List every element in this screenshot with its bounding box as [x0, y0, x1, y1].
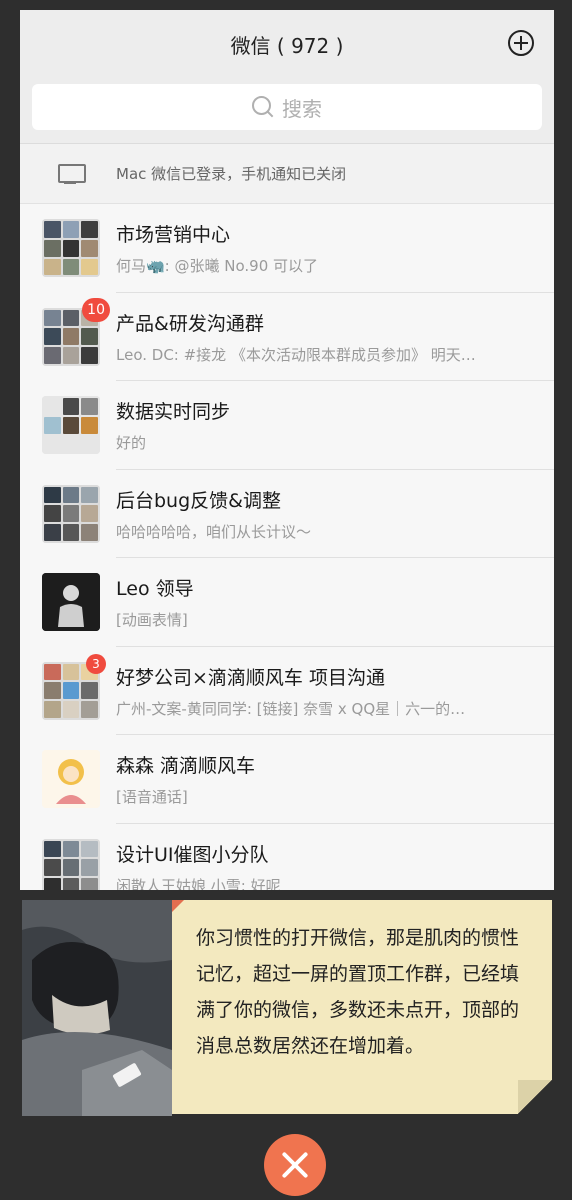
chat-row[interactable]: 森森 滴滴顺风车 [语音通话] — [20, 735, 554, 824]
chat-name: 好梦公司×滴滴顺风车 项目沟通 — [116, 666, 385, 689]
chat-last-message: 哈哈哈哈哈，咱们从长计议～ — [116, 522, 312, 541]
login-notice-text: Mac 微信已登录，手机通知已关闭 — [116, 165, 347, 183]
chat-last-message: Leo. DC: #接龙 《本次活动限本群成员参加》 明天… — [116, 345, 476, 364]
contact-avatar — [42, 750, 100, 809]
chat-name: 产品&研发沟通群 — [116, 312, 264, 335]
group-avatar — [42, 396, 100, 455]
unread-badge: 3 — [86, 653, 106, 674]
caption-text: 你习惯性的打开微信，那是肌肉的惯性记忆，超过一屏的置顶工作群，已经填满了你的微信… — [196, 927, 520, 1057]
group-avatar — [42, 219, 100, 278]
search-input[interactable]: 搜索 — [32, 84, 542, 130]
cartoon-avatar-icon — [42, 750, 100, 809]
chat-name: 数据实时同步 — [116, 401, 231, 424]
close-icon[interactable] — [264, 1134, 326, 1196]
group-avatar: 3 — [42, 653, 106, 720]
person-phone-illustration — [22, 900, 172, 1116]
plus-circle-icon[interactable] — [508, 30, 534, 56]
wechat-screen: 微信 ( 972 ) 搜索 Mac 微信已登录，手机通知已关闭 市场营销中心 何… — [20, 10, 554, 890]
page-title: 微信 ( 972 ) — [230, 34, 344, 58]
chat-row[interactable]: Leo 领导 [动画表情] — [20, 558, 554, 647]
chat-last-message: 闲散人王姑娘 小雪: 好呢 — [116, 876, 281, 890]
search-placeholder: 搜索 — [282, 96, 322, 121]
chat-row[interactable]: 设计UI催图小分队 闲散人王姑娘 小雪: 好呢 — [20, 823, 554, 890]
group-avatar — [42, 838, 100, 890]
group-avatar — [42, 484, 100, 543]
chat-last-message: [动画表情] — [116, 611, 188, 630]
chat-name: 设计UI催图小分队 — [116, 843, 269, 866]
person-icon — [42, 573, 100, 632]
chat-last-message: 广州-文案-黄同同学: [链接] 奈雪 x QQ星｜六一的… — [116, 699, 466, 718]
chat-name: Leo 领导 — [116, 578, 194, 601]
chat-name: 市场营销中心 — [116, 224, 231, 247]
login-notice[interactable]: Mac 微信已登录，手机通知已关闭 — [20, 144, 554, 204]
chat-last-message: [语音通话] — [116, 788, 188, 807]
chat-row[interactable]: 市场营销中心 何马🦏: @张曦 No.90 可以了 — [20, 204, 554, 293]
unread-badge: 10 — [82, 297, 110, 322]
group-avatar: 10 — [42, 297, 110, 366]
chat-name: 后台bug反馈&调整 — [116, 489, 281, 512]
monitor-icon — [58, 163, 86, 184]
chat-row[interactable]: 3 好梦公司×滴滴顺风车 项目沟通 广州-文案-黄同同学: [链接] 奈雪 x … — [20, 646, 554, 735]
chat-last-message: 好的 — [116, 434, 147, 453]
page-fold — [518, 1080, 552, 1114]
chat-row[interactable]: 10 产品&研发沟通群 Leo. DC: #接龙 《本次活动限本群成员参加》 明… — [20, 292, 554, 381]
caption-note: 你习惯性的打开微信，那是肌肉的惯性记忆，超过一屏的置顶工作群，已经填满了你的微信… — [172, 900, 552, 1114]
chat-last-message: 何马🦏: @张曦 No.90 可以了 — [116, 257, 319, 276]
chat-row[interactable]: 后台bug反馈&调整 哈哈哈哈哈，咱们从长计议～ — [20, 469, 554, 558]
search-area: 搜索 — [20, 76, 554, 144]
chat-name: 森森 滴滴顺风车 — [116, 755, 256, 778]
story-caption: 你习惯性的打开微信，那是肌肉的惯性记忆，超过一屏的置顶工作群，已经填满了你的微信… — [22, 900, 552, 1116]
search-icon — [252, 96, 274, 118]
comic-illustration — [22, 900, 172, 1116]
chat-row[interactable]: 数据实时同步 好的 — [20, 381, 554, 470]
top-bar: 微信 ( 972 ) — [20, 10, 554, 76]
contact-avatar — [42, 573, 100, 632]
